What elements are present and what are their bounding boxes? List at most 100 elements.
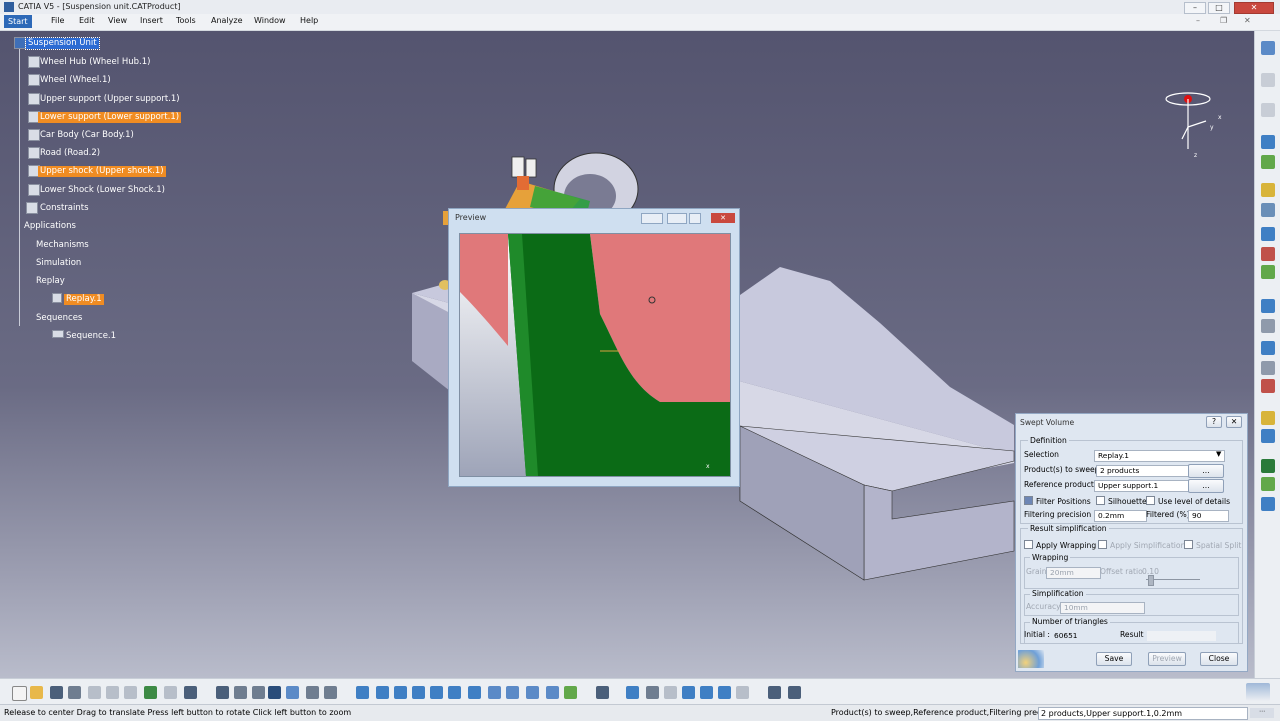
reference-browse-button[interactable]: ... — [1188, 479, 1224, 493]
explode-icon[interactable] — [1261, 379, 1275, 393]
tree-mechanisms[interactable]: Mechanisms — [36, 240, 89, 251]
tree-item-lower-shock[interactable]: Lower Shock (Lower Shock.1) — [40, 185, 165, 196]
preview-minimize-button[interactable] — [641, 213, 663, 224]
manipulation-icon[interactable] — [1261, 341, 1275, 355]
print-icon[interactable] — [68, 686, 81, 699]
compass-icon[interactable]: x y z — [1160, 87, 1230, 167]
close-button[interactable]: Close — [1200, 652, 1238, 666]
tree-item-lower-support[interactable]: Lower support (Lower support.1) — [38, 112, 182, 123]
menu-help[interactable]: Help — [300, 16, 318, 25]
search-icon[interactable] — [682, 686, 695, 699]
tree-root[interactable]: Suspension Unit — [25, 37, 100, 50]
preview-restore-button[interactable] — [667, 213, 687, 224]
select-trap-icon[interactable] — [1261, 103, 1275, 117]
product-icon[interactable] — [324, 686, 337, 699]
tree-sequences[interactable]: Sequences — [36, 313, 82, 324]
open-icon[interactable] — [30, 686, 43, 699]
dialog-close-x-button[interactable]: ✕ — [1226, 416, 1242, 428]
swept-volume-icon[interactable] — [1261, 227, 1275, 241]
camera-icon[interactable] — [596, 686, 609, 699]
pan-icon[interactable] — [394, 686, 407, 699]
filter-positions-checkbox[interactable]: Filter Positions — [1024, 496, 1091, 506]
tree-simulation[interactable]: Simulation — [36, 258, 81, 269]
apply-wrapping-checkbox[interactable]: Apply Wrapping — [1024, 540, 1096, 550]
menu-view[interactable]: View — [108, 16, 127, 25]
multi-view-icon[interactable] — [488, 686, 501, 699]
select-arrow-icon[interactable] — [1261, 73, 1275, 87]
fit-all-icon[interactable] — [376, 686, 389, 699]
power-input-field[interactable]: 2 products,Upper support.1,0.2mm — [1038, 707, 1248, 720]
accuracy-field[interactable]: 10mm — [1060, 602, 1145, 614]
text-icon[interactable] — [1261, 411, 1275, 425]
tree-applications[interactable]: Applications — [24, 221, 76, 232]
apply-simplification-checkbox[interactable]: Apply Simplification — [1098, 540, 1185, 550]
tree-item-constraints[interactable]: Constraints — [40, 203, 89, 214]
formula-icon[interactable] — [216, 686, 229, 699]
tree-item-wheel[interactable]: Wheel (Wheel.1) — [40, 75, 111, 86]
preview-close-button[interactable]: ✕ — [711, 213, 735, 223]
doc-minimize-button[interactable]: – — [1196, 16, 1200, 25]
update-icon[interactable] — [1261, 459, 1275, 473]
undo-icon[interactable] — [144, 686, 157, 699]
menu-tools[interactable]: Tools — [176, 16, 196, 25]
snap-icon[interactable] — [1261, 361, 1275, 375]
menu-start[interactable]: Start — [4, 15, 32, 28]
table-icon[interactable] — [268, 686, 281, 699]
reference-field[interactable]: Upper support.1 — [1094, 480, 1189, 492]
catalog-browser-icon[interactable] — [788, 686, 801, 699]
iso-view-icon[interactable] — [506, 686, 519, 699]
new-icon[interactable] — [12, 686, 27, 701]
tree-item-road[interactable]: Road (Road.2) — [40, 148, 100, 159]
distance-icon[interactable] — [1261, 265, 1275, 279]
macro-icon[interactable] — [286, 686, 299, 699]
law-icon[interactable] — [252, 686, 265, 699]
cut-icon[interactable] — [88, 686, 101, 699]
products-browse-button[interactable]: ... — [1188, 464, 1224, 478]
knowledge-icon[interactable] — [234, 686, 247, 699]
catalog-icon[interactable] — [1261, 497, 1275, 511]
swept-volume-dialog[interactable]: Swept Volume ? ✕ Definition Selection Re… — [1015, 413, 1248, 672]
k-icon[interactable] — [646, 686, 659, 699]
track-icon[interactable] — [1261, 183, 1275, 197]
tree-item-wheel-hub[interactable]: Wheel Hub (Wheel Hub.1) — [40, 57, 150, 68]
inertia-icon[interactable] — [700, 686, 713, 699]
workbench-icon[interactable] — [1261, 41, 1275, 55]
tree-item-car-body[interactable]: Car Body (Car Body.1) — [40, 130, 134, 141]
save-icon[interactable] — [50, 686, 63, 699]
copy-icon[interactable] — [106, 686, 119, 699]
paste-icon[interactable] — [124, 686, 137, 699]
filtered-field[interactable]: 90 — [1188, 510, 1229, 522]
offset-ratio-slider-track[interactable] — [1146, 579, 1200, 580]
simulation-icon[interactable] — [1261, 135, 1275, 149]
spatial-split-checkbox[interactable]: Spatial Split — [1184, 540, 1241, 550]
measure-icon[interactable] — [664, 686, 677, 699]
chevron-down-icon[interactable]: ▼ — [1216, 450, 1221, 458]
selection-combo[interactable]: Replay.1 — [1094, 450, 1225, 462]
apply-material-icon[interactable] — [718, 686, 731, 699]
render-icon[interactable] — [736, 686, 749, 699]
menu-edit[interactable]: Edit — [79, 16, 95, 25]
menu-insert[interactable]: Insert — [140, 16, 163, 25]
use-level-checkbox[interactable]: Use level of details — [1146, 496, 1230, 506]
hide-show-icon[interactable] — [546, 686, 559, 699]
zoom-in-icon[interactable] — [430, 686, 443, 699]
clash-icon[interactable] — [1261, 247, 1275, 261]
doc-close-button[interactable]: ✕ — [1244, 16, 1251, 25]
sequence-icon[interactable] — [1261, 203, 1275, 217]
rotate-icon[interactable] — [412, 686, 425, 699]
dialog-help-button[interactable]: ? — [1206, 416, 1222, 428]
menu-file[interactable]: File — [51, 16, 64, 25]
grain-field[interactable]: 20mm — [1046, 567, 1101, 579]
preview-maximize-button[interactable] — [689, 213, 701, 224]
preview-window[interactable]: Preview ✕ x — [448, 208, 740, 487]
minimize-button[interactable]: – — [1184, 2, 1206, 14]
tree-sequence-1[interactable]: Sequence.1 — [66, 331, 116, 342]
part-icon[interactable] — [306, 686, 319, 699]
normal-view-icon[interactable] — [468, 686, 481, 699]
preview-canvas[interactable]: x — [459, 233, 731, 477]
edit-simulation-icon[interactable] — [1261, 155, 1275, 169]
tree-item-upper-shock[interactable]: Upper shock (Upper shock.1) — [38, 166, 166, 177]
menu-window[interactable]: Window — [254, 16, 286, 25]
annotation-icon[interactable] — [1261, 429, 1275, 443]
player-icon[interactable] — [1261, 319, 1275, 333]
